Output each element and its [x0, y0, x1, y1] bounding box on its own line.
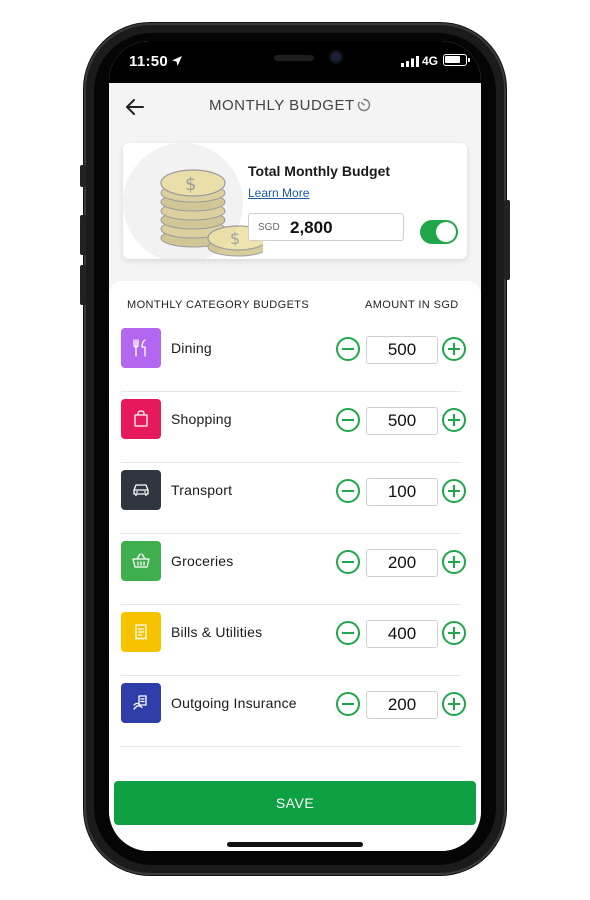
front-camera: [331, 52, 341, 62]
decrease-transport-button[interactable]: [336, 479, 360, 503]
decrease-bills-button[interactable]: [336, 621, 360, 645]
volume-down-button: [80, 265, 86, 305]
shopping-bag-icon: [121, 399, 161, 439]
category-label: Outgoing Insurance: [171, 695, 297, 711]
increase-transport-button[interactable]: [442, 479, 466, 503]
decrease-dining-button[interactable]: [336, 337, 360, 361]
category-label: Groceries: [171, 553, 234, 569]
save-button[interactable]: SAVE: [114, 781, 476, 825]
amount-column-heading: AMOUNT IN SGD: [365, 299, 459, 311]
mute-switch: [80, 165, 86, 187]
category-label: Shopping: [171, 411, 232, 427]
total-budget-amount: 2,800: [290, 218, 333, 237]
increase-dining-button[interactable]: [442, 337, 466, 361]
page-title: MONTHLY BUDGET: [209, 97, 355, 114]
insurance-icon: [121, 683, 161, 723]
dining-amount-input[interactable]: 500: [366, 336, 438, 364]
category-row-dining: Dining 500: [121, 321, 466, 392]
increase-groceries-button[interactable]: [442, 550, 466, 574]
shopping-amount-input[interactable]: 500: [366, 407, 438, 435]
status-bar: 11:50 4G: [109, 41, 481, 83]
currency-label: SGD: [258, 222, 280, 233]
groceries-amount-input[interactable]: 200: [366, 549, 438, 577]
category-budgets-heading: MONTHLY CATEGORY BUDGETS: [127, 299, 310, 311]
app-screen: 11:50 4G MONTHLY BUDGET $ $ Total Monthl…: [109, 41, 481, 851]
home-indicator[interactable]: [227, 842, 363, 847]
transport-amount-input[interactable]: 100: [366, 478, 438, 506]
app-header: MONTHLY BUDGET: [109, 83, 481, 133]
decrease-groceries-button[interactable]: [336, 550, 360, 574]
svg-text:$: $: [230, 229, 240, 248]
location-arrow-icon: [172, 56, 182, 66]
category-label: Bills & Utilities: [171, 624, 263, 640]
category-row-groceries: Groceries 200: [121, 534, 466, 605]
budget-toggle[interactable]: [420, 220, 458, 244]
dining-icon: [121, 328, 161, 368]
status-time: 11:50: [129, 53, 169, 70]
svg-text:$: $: [185, 174, 196, 195]
increase-shopping-button[interactable]: [442, 408, 466, 432]
total-budget-title: Total Monthly Budget: [248, 163, 391, 179]
timer-icon[interactable]: [357, 98, 371, 112]
power-button: [504, 200, 510, 280]
coins-illustration: $ $: [123, 143, 263, 259]
learn-more-link[interactable]: Learn More: [248, 186, 309, 200]
decrease-insurance-button[interactable]: [336, 692, 360, 716]
decrease-shopping-button[interactable]: [336, 408, 360, 432]
speaker: [274, 55, 314, 61]
battery-icon: [443, 54, 470, 66]
category-label: Transport: [171, 482, 233, 498]
bill-icon: [121, 612, 161, 652]
category-row-transport: Transport 100: [121, 463, 466, 534]
back-arrow-icon[interactable]: [123, 95, 147, 119]
insurance-amount-input[interactable]: 200: [366, 691, 438, 719]
total-budget-card: $ $ Total Monthly Budget Learn More SGD …: [123, 143, 467, 259]
total-budget-field[interactable]: SGD 2,800: [248, 213, 404, 241]
category-row-shopping: Shopping 500: [121, 392, 466, 463]
toggle-knob: [436, 222, 456, 242]
signal-strength-icon: [401, 56, 419, 67]
car-icon: [121, 470, 161, 510]
increase-insurance-button[interactable]: [442, 692, 466, 716]
category-row-bills: Bills & Utilities 400: [121, 605, 466, 676]
category-row-insurance: Outgoing Insurance 200: [121, 676, 466, 747]
basket-icon: [121, 541, 161, 581]
network-type: 4G: [422, 54, 439, 68]
category-label: Dining: [171, 340, 212, 356]
volume-up-button: [80, 215, 86, 255]
bills-amount-input[interactable]: 400: [366, 620, 438, 648]
increase-bills-button[interactable]: [442, 621, 466, 645]
category-budgets-panel: MONTHLY CATEGORY BUDGETS AMOUNT IN SGD D…: [109, 281, 481, 851]
